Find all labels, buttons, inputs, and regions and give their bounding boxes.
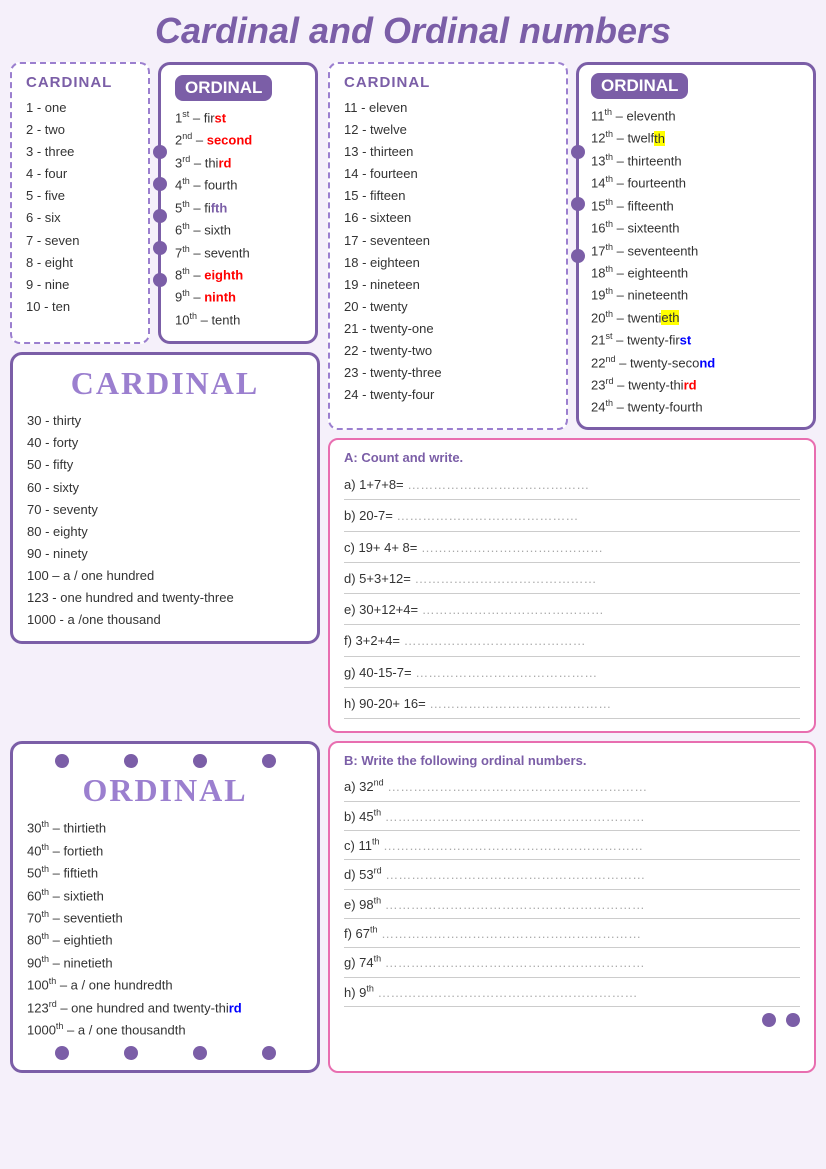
ordinal-11-24-box: ORDINAL 11th – eleventh 12th – twelfth 1… (576, 62, 816, 430)
exercise-b-list: a) 32nd …………………………………………………… b) 45th ………… (344, 774, 800, 1007)
cardinal-11-24-box: CARDINAL 11 - eleven 12 - twelve 13 - th… (328, 62, 568, 430)
ordinal-11-24-list: 11th – eleventh 12th – twelfth 13th – th… (591, 105, 801, 419)
cardinal-1-10-box: CARDINAL 1 - one 2 - two 3 - three 4 - f… (10, 62, 150, 344)
ordinal-big-box: ORDINAL 30th – thirtieth 40th – fortieth… (10, 741, 320, 1072)
cardinal-1-10-header: CARDINAL (26, 74, 134, 91)
cardinal-1-10-list: 1 - one 2 - two 3 - three 4 - four 5 - f… (26, 97, 134, 318)
exercise-b-title: B: Write the following ordinal numbers. (344, 753, 800, 768)
exercise-a-title: A: Count and write. (344, 450, 800, 465)
cardinal-big-header: CARDINAL (27, 365, 303, 402)
ordinal-1-10-list: 1st – first 2nd – second 3rd – third 4th… (175, 107, 301, 331)
cardinal-11-24-header: CARDINAL (344, 74, 552, 91)
ordinal-11-24-header: ORDINAL (591, 73, 688, 99)
exercise-a-list: a) 1+7+8= …………………………………… b) 20-7= ………………… (344, 471, 800, 719)
ordinal-big-header: ORDINAL (27, 772, 303, 809)
page-title: Cardinal and Ordinal numbers (10, 10, 816, 52)
cardinal-big-box: CARDINAL 30 - thirty 40 - forty 50 - fif… (10, 352, 320, 644)
ordinal-1-10-box: ORDINAL 1st – first 2nd – second 3rd – t… (158, 62, 318, 344)
exercise-b-box: B: Write the following ordinal numbers. … (328, 741, 816, 1072)
cardinal-big-list: 30 - thirty 40 - forty 50 - fifty 60 - s… (27, 410, 303, 631)
ordinal-big-list: 30th – thirtieth 40th – fortieth 50th – … (27, 817, 303, 1041)
exercise-a-box: A: Count and write. a) 1+7+8= …………………………… (328, 438, 816, 733)
cardinal-11-24-list: 11 - eleven 12 - twelve 13 - thirteen 14… (344, 97, 552, 406)
ordinal-1-10-header: ORDINAL (175, 75, 272, 101)
